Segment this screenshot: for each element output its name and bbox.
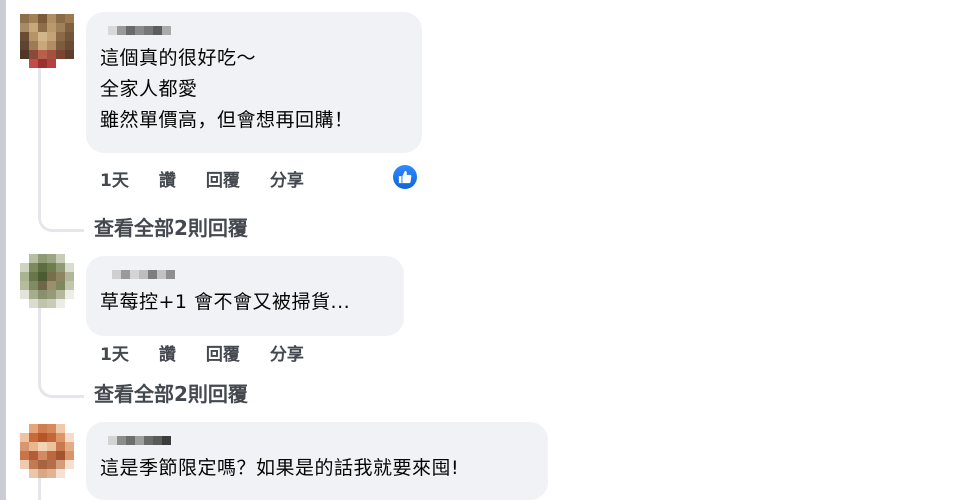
comment-bubble: 草莓控+1 會不會又被掃貨... bbox=[86, 256, 404, 336]
like-icon[interactable] bbox=[391, 163, 419, 191]
thread-connector bbox=[38, 216, 84, 232]
comment-text-line: 雖然單價高，但會想再回購！ bbox=[100, 109, 354, 131]
commenter-avatar[interactable] bbox=[20, 424, 74, 478]
timestamp[interactable]: 1天 bbox=[100, 340, 129, 365]
commenter-avatar[interactable] bbox=[20, 14, 74, 68]
comment-text-line: 這個真的很好吃～ bbox=[100, 47, 257, 69]
like-button[interactable]: 讚 bbox=[159, 340, 176, 365]
reply-button[interactable]: 回覆 bbox=[206, 166, 240, 191]
thread-line bbox=[38, 308, 41, 384]
comment-actions: 1天 讚 回覆 分享 bbox=[100, 340, 334, 365]
comment-bubble: 這是季節限定嗎？如果是的話我就要來囤! bbox=[86, 422, 548, 500]
comment-text-line: 全家人都愛 bbox=[100, 78, 198, 100]
share-button[interactable]: 分享 bbox=[270, 340, 304, 365]
thread-line bbox=[38, 68, 41, 218]
thread-border bbox=[0, 0, 6, 500]
view-replies-link[interactable]: 查看全部2則回覆 bbox=[94, 212, 248, 241]
thread-line bbox=[38, 478, 41, 500]
timestamp[interactable]: 1天 bbox=[100, 166, 129, 191]
thread-connector bbox=[38, 382, 84, 398]
comment-text-line: 草莓控+1 會不會又被掃貨... bbox=[100, 291, 351, 313]
comment-text-line: 這是季節限定嗎？如果是的話我就要來囤! bbox=[100, 457, 460, 479]
commenter-name[interactable] bbox=[100, 432, 532, 449]
commenter-avatar[interactable] bbox=[20, 254, 74, 308]
reply-button[interactable]: 回覆 bbox=[206, 340, 240, 365]
commenter-name[interactable] bbox=[100, 266, 388, 283]
comment-bubble: 這個真的很好吃～ 全家人都愛 雖然單價高，但會想再回購！ bbox=[86, 12, 422, 153]
like-button[interactable]: 讚 bbox=[159, 166, 176, 191]
view-replies-link[interactable]: 查看全部2則回覆 bbox=[94, 378, 248, 407]
comment-actions: 1天 讚 回覆 分享 bbox=[100, 166, 334, 191]
share-button[interactable]: 分享 bbox=[270, 166, 304, 191]
commenter-name[interactable] bbox=[100, 22, 406, 39]
